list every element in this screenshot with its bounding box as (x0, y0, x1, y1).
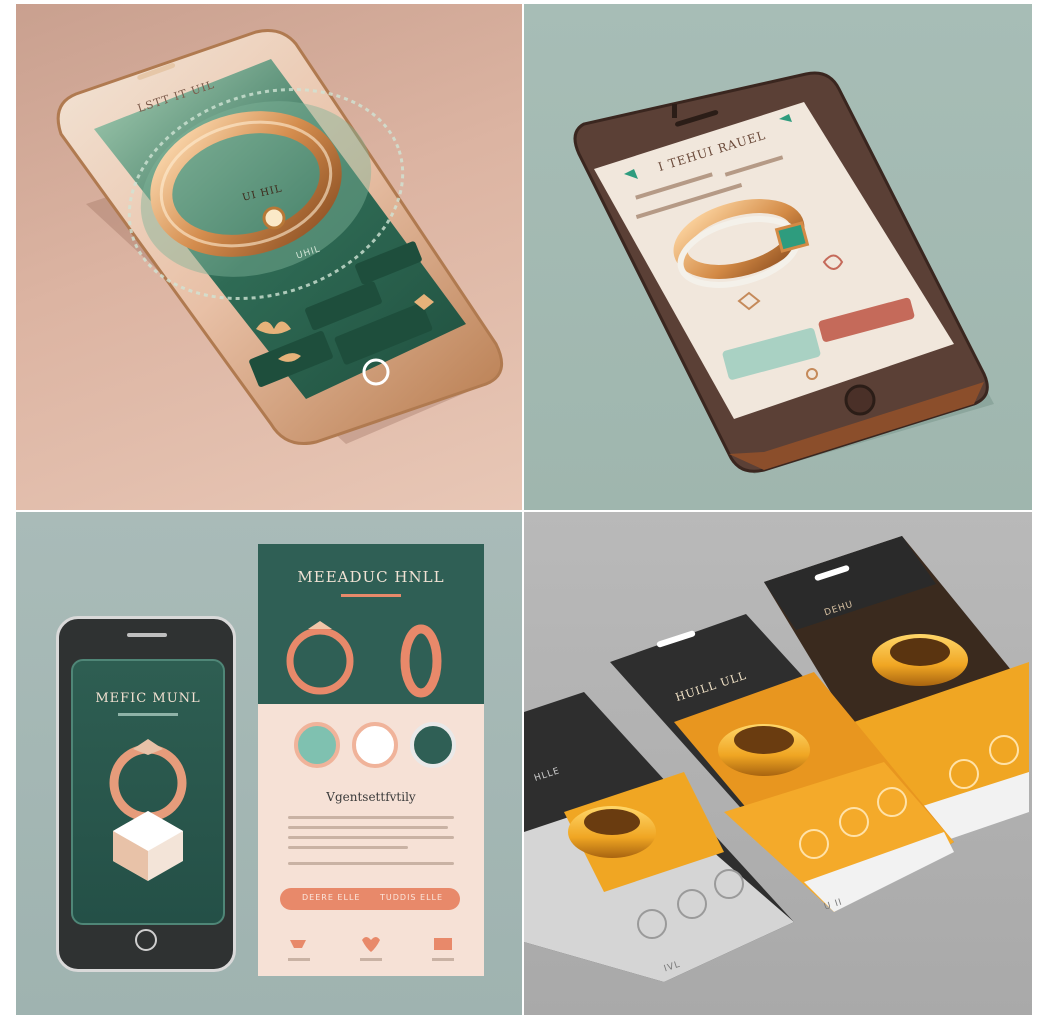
cta-button-left[interactable]: DEERE ELLE (302, 893, 360, 902)
home-button-3[interactable] (135, 929, 157, 951)
cta-button-right[interactable]: TUDDIS ELLE (380, 893, 443, 902)
card-heading: Vgentsettfvtily (326, 790, 416, 804)
ring-icon[interactable] (288, 940, 310, 961)
card-ring-illustrations (286, 621, 442, 698)
card-footer (288, 937, 454, 961)
swatch-green[interactable] (410, 722, 456, 768)
swatch-white[interactable] (352, 722, 398, 768)
panel-brown-phone: I TEHUI RAUEL (524, 4, 1032, 510)
card-title: MEEADUC HNLL (297, 568, 445, 586)
phone-frame-3: MEFIC MUNL (56, 616, 236, 972)
panel-flat-app: MEFIC MUNL MEEADUC HNLL Vgentsettfvtily (16, 512, 522, 1015)
home-button-2[interactable] (844, 384, 876, 416)
panel-gold-phone: LSTT IT UIL UI HIL UHIL (16, 4, 522, 510)
phone-illustration-1 (56, 29, 504, 445)
panel-three-cards: HLLE IVL HUILL ULL U II DEHU (524, 512, 1032, 1015)
product-card: MEEADUC HNLL Vgentsettfvtily DEERE ELLE … (258, 544, 484, 976)
phone-title: MEFIC MUNL (95, 691, 201, 706)
ring-box-illustration (109, 739, 187, 881)
heart-icon[interactable] (360, 937, 382, 961)
phone-screen-3: MEFIC MUNL (71, 659, 225, 925)
gift-icon[interactable] (432, 938, 454, 961)
phone-illustration-2 (573, 71, 994, 474)
card-cta-bar: DEERE ELLE TUDDIS ELLE (280, 888, 460, 910)
cards-illustration (524, 536, 1029, 982)
swatch-teal[interactable] (294, 722, 340, 768)
